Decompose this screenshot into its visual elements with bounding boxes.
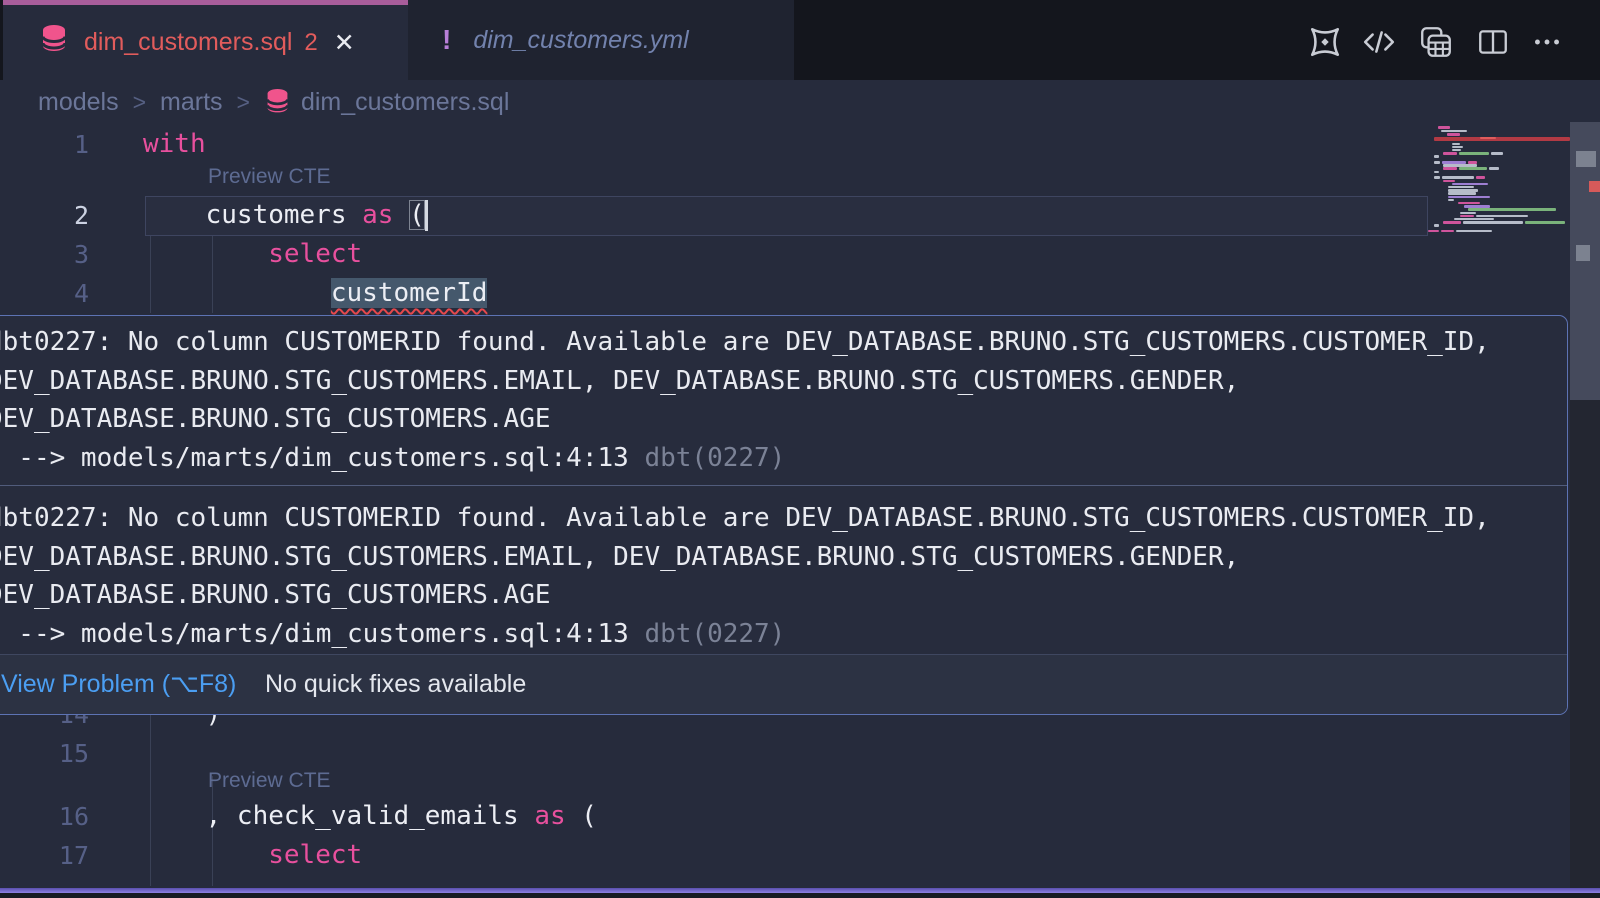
code-text: customerId — [143, 274, 487, 313]
minimap-code-line — [1452, 183, 1488, 186]
minimap-code-line — [1443, 152, 1457, 155]
scrollbar-marker — [1589, 181, 1600, 192]
minimap-code-line — [1464, 205, 1490, 208]
code-line-15[interactable]: 15 — [0, 734, 1430, 773]
line-number: 17 — [0, 836, 89, 875]
minimap-code-line — [1428, 230, 1439, 233]
minimap-code-line — [1489, 167, 1499, 170]
error-location: --> models/marts/dim_customers.sql:4:13 — [0, 619, 644, 649]
minimap-code-line — [1443, 167, 1457, 170]
code-text: select — [143, 235, 362, 274]
code-line-16[interactable]: 16 , check_valid_emails as ( — [0, 797, 1430, 836]
error-source-code: dbt(0227) — [644, 443, 785, 473]
minimap-code-line — [1452, 146, 1463, 149]
minimap-code-line — [1460, 212, 1476, 215]
minimap-code-line — [1441, 230, 1454, 233]
minimap-code-line — [1476, 215, 1528, 218]
minimap-code-line — [1438, 126, 1450, 129]
line-number: 15 — [0, 734, 89, 773]
code-text: , check_valid_emails as ( — [143, 797, 597, 836]
code-line-4[interactable]: 4 customerId — [0, 274, 1430, 313]
minimap-code-line — [1448, 196, 1490, 199]
code-lens-preview-cte[interactable]: Preview CTE — [208, 165, 331, 189]
minimap-code-line — [1463, 221, 1523, 224]
scrollbar-marker — [1576, 245, 1590, 261]
minimap-code-line — [1448, 199, 1454, 202]
minimap-error-line — [1480, 137, 1496, 140]
minimap-code-line — [1443, 164, 1477, 167]
minimap-code-line — [1456, 230, 1492, 233]
code-text: select — [143, 836, 362, 875]
minimap-code-line — [1448, 189, 1478, 192]
minimap-code-line — [1442, 176, 1474, 179]
minimap-code-line — [1434, 161, 1440, 164]
code-text: customers as ( — [143, 196, 425, 235]
minimap-code-line — [1459, 167, 1487, 170]
minimap-error-line — [1434, 137, 1570, 142]
error-message-line: dbt0227: No column CUSTOMERID found. Ava… — [0, 323, 1567, 362]
line-number: 1 — [0, 125, 89, 164]
error-source-code: dbt(0227) — [644, 619, 785, 649]
line-number: 2 — [0, 196, 89, 235]
error-location: --> models/marts/dim_customers.sql:4:13 — [0, 443, 644, 473]
minimap-code-line — [1448, 192, 1476, 195]
minimap-code-line — [1476, 176, 1485, 179]
minimap-code-line — [1443, 221, 1461, 224]
popup-footer: View Problem (⌥F8) No quick fixes availa… — [0, 654, 1567, 714]
minimap-code-line — [1452, 143, 1460, 146]
minimap-code-line — [1468, 208, 1556, 211]
error-hover-popup: dbt0227: No column CUSTOMERID found. Ava… — [0, 315, 1568, 715]
error-message-line: DEV_DATABASE.BRUNO.STG_CUSTOMERS.EMAIL, … — [0, 538, 1567, 577]
scrollbar-marker — [1576, 151, 1596, 167]
error-message-line: DEV_DATABASE.BRUNO.STG_CUSTOMERS.AGE — [0, 400, 1567, 439]
error-message-block: dbt0227: No column CUSTOMERID found. Ava… — [0, 492, 1567, 657]
error-location-line: --> models/marts/dim_customers.sql:4:13 … — [0, 439, 1567, 478]
editor-window: dim_customers.sql 2 ✕ ! dim_customers.ym… — [0, 0, 1600, 898]
view-problem-link[interactable]: View Problem (⌥F8) — [1, 655, 236, 713]
minimap-code-line — [1460, 215, 1474, 218]
code-lens-preview-cte[interactable]: Preview CTE — [208, 769, 331, 793]
line-number: 4 — [0, 274, 89, 313]
minimap-code-line — [1525, 221, 1565, 224]
error-token-customerId: customerId — [331, 278, 488, 308]
text-cursor — [425, 200, 428, 231]
popup-separator — [0, 485, 1567, 486]
code-line-1[interactable]: 1 with — [0, 125, 1430, 164]
error-message-block: dbt0227: No column CUSTOMERID found. Ava… — [0, 316, 1567, 481]
code-line-3[interactable]: 3 select — [0, 235, 1430, 274]
minimap-code-line — [1434, 224, 1439, 227]
line-number: 16 — [0, 797, 89, 836]
minimap-code-line — [1447, 133, 1460, 136]
error-message-line: DEV_DATABASE.BRUNO.STG_CUSTOMERS.AGE — [0, 576, 1567, 615]
code-line-17[interactable]: 17 select — [0, 836, 1430, 875]
minimap-code-line — [1434, 155, 1439, 158]
code-text: with — [143, 125, 206, 164]
window-bottom-edge — [0, 893, 1600, 898]
minimap-code-line — [1491, 152, 1503, 155]
minimap-code-line — [1434, 176, 1440, 179]
error-location-line: --> models/marts/dim_customers.sql:4:13 … — [0, 615, 1567, 654]
error-message-line: dbt0227: No column CUSTOMERID found. Ava… — [0, 499, 1567, 538]
no-quick-fixes-label: No quick fixes available — [265, 655, 526, 713]
error-message-line: DEV_DATABASE.BRUNO.STG_CUSTOMERS.EMAIL, … — [0, 362, 1567, 401]
code-line-2[interactable]: 2 customers as ( — [0, 196, 1430, 235]
error-messages: dbt0227: No column CUSTOMERID found. Ava… — [0, 316, 1567, 657]
minimap-code-line — [1434, 171, 1439, 174]
minimap-code-line — [1459, 152, 1489, 155]
minimap-code-line — [1443, 180, 1455, 183]
minimap-code-line — [1441, 130, 1467, 133]
line-number: 3 — [0, 235, 89, 274]
